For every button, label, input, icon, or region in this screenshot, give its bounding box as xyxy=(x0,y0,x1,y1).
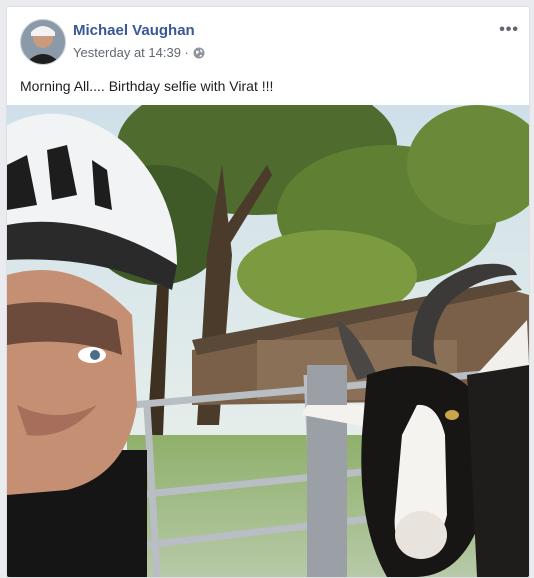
post-timestamp[interactable]: Yesterday at 14:39 · xyxy=(73,45,189,60)
facebook-post: Michael Vaughan Yesterday at 14:39 · •••… xyxy=(6,6,530,578)
post-photo[interactable] xyxy=(7,105,529,577)
author-avatar[interactable] xyxy=(20,19,66,65)
selfie-with-goat-photo xyxy=(7,105,529,577)
post-caption: Morning All.... Birthday selfie with Vir… xyxy=(20,78,274,94)
gate-post xyxy=(307,365,347,577)
author-name[interactable]: Michael Vaughan xyxy=(73,22,195,39)
post-meta: Yesterday at 14:39 · xyxy=(73,45,205,60)
globe-icon[interactable] xyxy=(193,47,205,59)
avatar-image xyxy=(21,20,65,64)
more-options-button[interactable]: ••• xyxy=(499,21,519,39)
